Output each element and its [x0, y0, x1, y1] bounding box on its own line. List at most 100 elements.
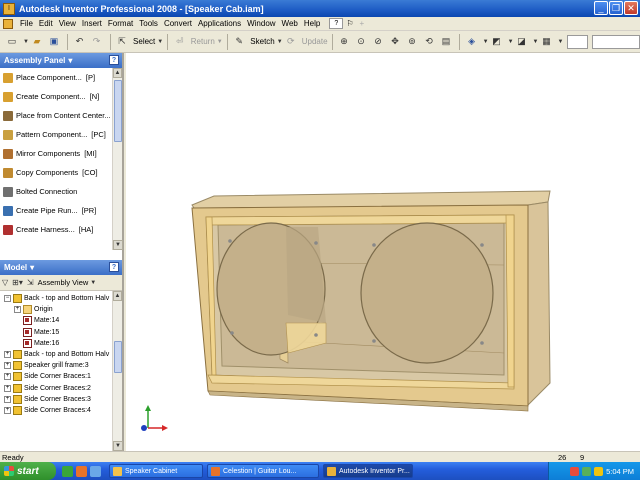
section-icon[interactable]: ◪: [514, 33, 530, 51]
graphics-viewport[interactable]: [126, 53, 640, 451]
tree-node[interactable]: + Side Corner Braces:1: [0, 371, 112, 382]
assembly-tool-item[interactable]: Place from Content Center...: [0, 106, 112, 125]
menu-view[interactable]: View: [56, 19, 79, 28]
browser-icon[interactable]: [76, 465, 87, 477]
projection-icon[interactable]: ▦: [538, 33, 554, 51]
menu-insert[interactable]: Insert: [79, 19, 105, 28]
tree-node[interactable]: − Back - top and Bottom Halv: [0, 293, 112, 304]
clock[interactable]: 5:04 PM: [606, 467, 634, 476]
help-topics-icon[interactable]: ?: [329, 18, 344, 29]
assembly-panel-scrollbar[interactable]: ▲ ▼: [112, 68, 123, 250]
taskbar-task[interactable]: Autodesk Inventor Pr...: [323, 464, 413, 478]
zoom-selected-icon[interactable]: ⊚: [404, 33, 420, 51]
pan-icon[interactable]: ✥: [387, 33, 403, 51]
add-icon[interactable]: +: [356, 19, 367, 28]
assembly-tool-item[interactable]: Pattern Component... [PC]: [0, 125, 112, 144]
rotate-icon[interactable]: ⟲: [421, 33, 437, 51]
menu-convert[interactable]: Convert: [161, 19, 195, 28]
expand-toggle-icon[interactable]: +: [4, 362, 11, 370]
speaker-cabinet-model[interactable]: [126, 53, 640, 451]
select-label[interactable]: Select: [133, 37, 155, 46]
sketch-icon[interactable]: ✎: [231, 33, 247, 51]
save-icon[interactable]: ▣: [46, 33, 62, 51]
projection-dropdown-icon[interactable]: ▼: [557, 39, 563, 45]
tree-node[interactable]: + Side Corner Braces:4: [0, 405, 112, 416]
desktop-icon[interactable]: [62, 465, 73, 477]
sketch-button[interactable]: Sketch: [250, 37, 274, 46]
update-button[interactable]: Update: [302, 37, 328, 46]
color-combo[interactable]: [567, 34, 589, 49]
model-help-icon[interactable]: ?: [109, 262, 119, 272]
shadow-icon[interactable]: ◩: [489, 33, 505, 51]
scroll-up-icon[interactable]: ▲: [113, 68, 122, 78]
panel-help-icon[interactable]: ?: [109, 55, 119, 65]
tree-scroll-thumb[interactable]: [114, 341, 122, 373]
tree-node[interactable]: + Side Corner Braces:3: [0, 394, 112, 405]
design-view-combo[interactable]: [592, 34, 640, 49]
taskbar-task[interactable]: Celestion | Guitar Lou...: [207, 464, 319, 478]
tray-network-icon[interactable]: [582, 466, 592, 476]
assembly-panel-header[interactable]: Assembly Panel ▾ ?: [0, 53, 122, 68]
menu-format[interactable]: Format: [105, 19, 136, 28]
expand-toggle-icon[interactable]: +: [4, 384, 11, 392]
menu-web[interactable]: Web: [279, 19, 301, 28]
tree-scroll-up-icon[interactable]: ▲: [113, 291, 122, 301]
assembly-tool-item[interactable]: Copy Components [CO]: [0, 163, 112, 182]
model-tree-scrollbar[interactable]: ▲ ▼: [112, 291, 123, 451]
assembly-view-label[interactable]: Assembly View: [38, 278, 89, 287]
expand-toggle-icon[interactable]: +: [4, 351, 11, 359]
zoom-all-icon[interactable]: ⊕: [336, 33, 352, 51]
menu-applications[interactable]: Applications: [195, 19, 244, 28]
filter-icon[interactable]: ▽: [2, 278, 8, 287]
menu-window[interactable]: Window: [244, 19, 278, 28]
tree-node[interactable]: Mate:16: [0, 338, 112, 349]
return-dropdown-icon[interactable]: ▼: [217, 39, 223, 45]
tree-node[interactable]: + Back - top and Bottom Halv: [0, 349, 112, 360]
select-dropdown-icon[interactable]: ▼: [157, 39, 163, 45]
assembly-tool-item[interactable]: Create Component... [N]: [0, 87, 112, 106]
scroll-down-icon[interactable]: ▼: [113, 240, 123, 250]
messenger-icon[interactable]: [90, 465, 101, 477]
zoom-window-icon[interactable]: ⊙: [353, 33, 369, 51]
select-icon[interactable]: ⇱: [114, 33, 130, 51]
start-button[interactable]: start: [0, 462, 56, 480]
tray-volume-icon[interactable]: [594, 466, 604, 476]
expand-toggle-icon[interactable]: +: [4, 373, 11, 381]
undo-icon[interactable]: ↶: [72, 33, 88, 51]
assembly-view-icon[interactable]: ⇲: [27, 278, 34, 287]
close-button[interactable]: ✕: [624, 1, 638, 15]
menu-edit[interactable]: Edit: [36, 19, 56, 28]
taskbar-task[interactable]: Speaker Cabinet: [109, 464, 203, 478]
assembly-tool-item[interactable]: Create Pipe Run... [PR]: [0, 201, 112, 220]
look-at-icon[interactable]: ▤: [438, 33, 454, 51]
new-file-icon[interactable]: ▭: [4, 33, 20, 51]
panel-menu-arrow-icon[interactable]: ▾: [68, 56, 72, 65]
tray-app-icon[interactable]: [570, 466, 580, 476]
menu-tools[interactable]: Tools: [136, 19, 161, 28]
update-icon[interactable]: ⟳: [283, 33, 299, 51]
tree-node[interactable]: + Side Corner Braces:2: [0, 383, 112, 394]
assembly-view-dropdown-icon[interactable]: ▼: [90, 280, 96, 286]
open-file-icon[interactable]: ▰: [29, 33, 45, 51]
tree-node[interactable]: + Origin: [0, 304, 112, 315]
assembly-tool-item[interactable]: Bolted Connection: [0, 182, 112, 201]
return-icon[interactable]: ⏎: [172, 33, 188, 51]
tree-node[interactable]: Mate:14: [0, 315, 112, 326]
menu-help[interactable]: Help: [301, 19, 323, 28]
expand-toggle-icon[interactable]: +: [4, 395, 11, 403]
design-support-icon[interactable]: ⚐: [343, 19, 356, 28]
return-button[interactable]: Return: [191, 37, 215, 46]
menu-file[interactable]: File: [17, 19, 36, 28]
scroll-thumb[interactable]: [114, 80, 122, 142]
assembly-tool-item[interactable]: Place Component... [P]: [0, 68, 112, 87]
assembly-tool-item[interactable]: Create Harness... [HA]: [0, 220, 112, 239]
expand-toggle-icon[interactable]: +: [14, 306, 21, 314]
model-menu-arrow-icon[interactable]: ▾: [30, 263, 34, 272]
inventor-app-icon[interactable]: I: [3, 2, 15, 15]
expand-toggle-icon[interactable]: −: [4, 295, 11, 303]
maximize-button[interactable]: ❐: [609, 1, 623, 15]
minimize-button[interactable]: _: [594, 1, 608, 15]
document-icon[interactable]: [3, 18, 13, 29]
redo-icon[interactable]: ↷: [89, 33, 105, 51]
zoom-icon[interactable]: ⊘: [370, 33, 386, 51]
